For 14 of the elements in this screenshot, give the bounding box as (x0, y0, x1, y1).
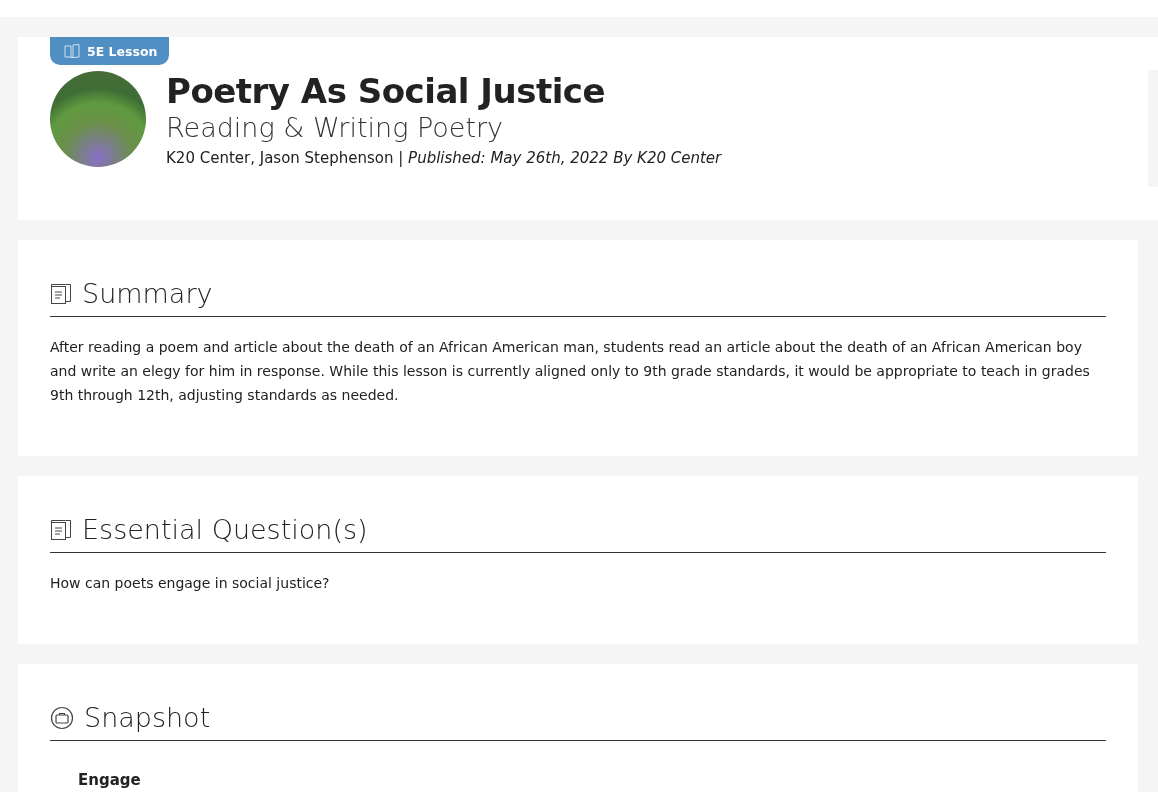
section-text: After reading a poem and article about the death of an African American man, students read an article about the death of an African American boy and write an elegy for him in response. While this lesson is currently aligned only to 9th grade standards, it would be appropriate to teach in grades 9th through 12th, adjusting standards as needed. (50, 338, 1091, 405)
section-text: How can poets engage in social justice? (50, 574, 331, 593)
lesson-subtitle: Reading & Writing Poetry (166, 111, 505, 145)
author-byline: K20 Center, Jason Stephenson | Published: May 26th, 2022 By K20 Center (166, 148, 722, 169)
section-heading: Snapshot (84, 701, 211, 735)
section-heading: Essential Question(s) (82, 513, 368, 547)
badge-label: 5E Lesson (87, 43, 158, 59)
lesson-title: Poetry As Social Justice (166, 71, 607, 111)
document-icon (50, 519, 72, 541)
document-icon (50, 283, 72, 305)
briefcase-icon (50, 706, 74, 730)
book-icon (64, 43, 82, 59)
phase-heading: Engage (77, 770, 142, 789)
section-heading: Summary (82, 277, 213, 311)
